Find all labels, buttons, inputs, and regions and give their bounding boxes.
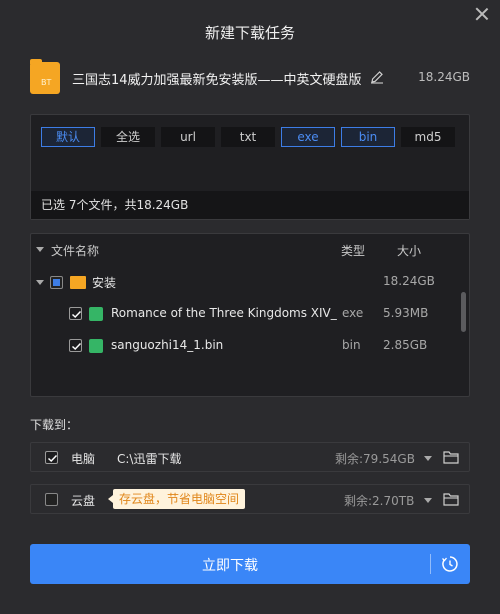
button-separator [430, 554, 431, 574]
expand-folder-icon[interactable] [36, 280, 44, 285]
collapse-all-icon[interactable] [36, 247, 44, 252]
browse-cloud-folder-icon[interactable] [443, 492, 459, 506]
tree-row-file[interactable]: sanguozhi14_1.bin bin 2.85GB [31, 338, 469, 368]
column-type[interactable]: 类型 [341, 242, 365, 259]
folder-name: 安装 [92, 276, 117, 290]
filter-chip-exe[interactable]: exe [281, 127, 335, 147]
file-type: bin [342, 338, 361, 352]
download-now-label: 立即下载 [202, 558, 258, 574]
folder-icon [70, 276, 86, 289]
filter-chip-url[interactable]: url [161, 127, 215, 147]
pc-checkbox[interactable] [45, 451, 58, 464]
tree-row-file[interactable]: Romance of the Three Kingdoms XIV_ exe 5… [31, 306, 469, 336]
download-path[interactable]: C:\迅雷下载 [117, 450, 181, 467]
file-tree: 文件名称 类型 大小 安装 18.24GB Romance of the Thr… [30, 233, 470, 397]
cloud-remaining-space: 剩余:2.70TB [344, 494, 415, 508]
task-size: 18.24GB [418, 70, 470, 84]
file-filter-panel: 默认 全选 url txt exe bin md5 已选 7个文件，共18.24… [30, 114, 470, 220]
destination-pc[interactable]: 电脑 C:\迅雷下载 剩余:79.54GB [30, 442, 470, 472]
schedule-clock-icon[interactable] [441, 555, 459, 573]
bt-icon-label: BT [41, 78, 52, 87]
selection-summary: 已选 7个文件，共18.24GB [31, 191, 469, 219]
path-dropdown-icon[interactable] [424, 456, 432, 461]
filter-chip-select-all[interactable]: 全选 [101, 127, 155, 147]
task-file-row: BT 三国志14威力加强最新免安装版——中英文硬盘版 18.24GB [30, 59, 470, 94]
folder-size: 18.24GB [383, 274, 435, 288]
filter-chip-default[interactable]: 默认 [41, 127, 95, 147]
column-name[interactable]: 文件名称 [51, 242, 99, 259]
task-name: 三国志14威力加强最新免安装版——中英文硬盘版 [72, 73, 362, 88]
filter-chip-bin[interactable]: bin [341, 127, 395, 147]
file-checkbox[interactable] [69, 307, 82, 320]
dialog-title: 新建下载任务 [204, 24, 295, 42]
pc-remaining-space: 剩余:79.54GB [335, 452, 415, 466]
column-size[interactable]: 大小 [397, 242, 421, 259]
filter-chip-txt[interactable]: txt [221, 127, 275, 147]
file-size: 2.85GB [383, 338, 428, 352]
file-type: exe [342, 306, 364, 320]
exe-file-icon [89, 307, 103, 321]
cloud-checkbox[interactable] [45, 493, 58, 506]
tree-scrollbar[interactable] [461, 292, 466, 332]
close-icon[interactable] [474, 6, 490, 22]
cloud-dropdown-icon[interactable] [424, 498, 432, 503]
cloud-label: 云盘 [71, 494, 96, 508]
file-size: 5.93MB [383, 306, 429, 320]
file-name: sanguozhi14_1.bin [111, 338, 224, 352]
file-checkbox[interactable] [69, 339, 82, 352]
filter-chip-md5[interactable]: md5 [401, 127, 455, 147]
tree-row-folder[interactable]: 安装 18.24GB [31, 274, 469, 304]
bt-file-icon: BT [30, 59, 60, 94]
browse-folder-icon[interactable] [443, 450, 459, 464]
download-to-label: 下载到： [30, 418, 79, 432]
cloud-tip: 存云盘，节省电脑空间 [107, 489, 246, 509]
pc-label: 电脑 [71, 452, 96, 466]
file-name: Romance of the Three Kingdoms XIV_ [111, 306, 337, 320]
download-now-button[interactable]: 立即下载 [30, 544, 470, 584]
edit-icon[interactable] [370, 70, 384, 84]
destination-cloud[interactable]: 云盘 存云盘，节省电脑空间 剩余:2.70TB [30, 484, 470, 514]
bin-file-icon [89, 339, 103, 353]
tree-header: 文件名称 类型 大小 [31, 240, 469, 260]
folder-checkbox[interactable] [50, 276, 63, 289]
